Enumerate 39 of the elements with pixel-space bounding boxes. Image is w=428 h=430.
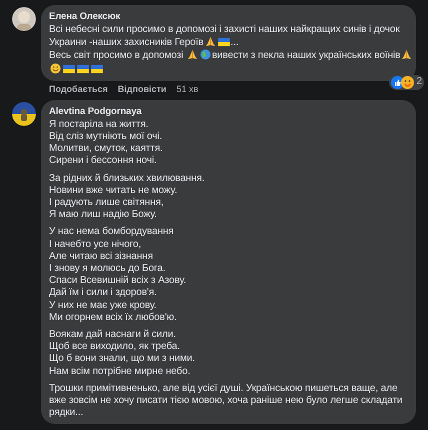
comment-text: Нам всім потрібне мирне небо. — [49, 366, 192, 378]
comment-text: І знову я молюсь до Бога. — [49, 263, 166, 276]
comment-text: Я постаріла на життя. — [49, 118, 150, 132]
reaction-count[interactable]: 2 — [416, 76, 422, 88]
comment-text: У них не має уже крову. — [49, 300, 158, 312]
flag-icon — [63, 64, 75, 74]
comment-text: Воякам дай наснаги й сили. — [49, 329, 177, 342]
comment-text: У нас нема бомбордування — [49, 226, 175, 239]
care-reaction-icon — [401, 76, 414, 89]
flag-icon — [77, 64, 89, 74]
comment-text: Що б вони знали, що ми з ними. — [49, 353, 196, 366]
flag-icon — [218, 37, 230, 48]
comment-text: Від сліз мутніють мої очі. — [49, 131, 164, 144]
comment-text: За рідних й близьких хвилювання. — [49, 172, 206, 185]
comment-text: Сирени і бессоння ночі. — [49, 155, 158, 168]
flag-icon — [91, 64, 103, 74]
comment-text: І радують лише світяння, — [49, 197, 165, 210]
comment-text: Я маю лиш надію Божу. — [49, 209, 158, 222]
comment-text: І начебто усе нічого, — [49, 238, 142, 251]
comment-text: Всі небесні сили просимо в допомозі і захисті наших найкращих синів і дочок — [49, 24, 400, 35]
comment-text: Але читаю всі зізнання — [49, 250, 154, 264]
comment-text: Украини -наших захисників Героїв — [49, 37, 204, 48]
comment-text: Щоб все виходило, як треба. — [49, 341, 181, 354]
smiley-icon — [50, 62, 61, 74]
comment-text: Ми огорнем всіх їх любов'ю. — [49, 312, 178, 324]
comment-time[interactable]: 51 хв — [176, 82, 198, 95]
comment-action-link[interactable]: Подобається — [49, 82, 108, 95]
author-name[interactable]: Alevtina Podgornaya — [49, 104, 408, 118]
comment-action-link[interactable]: Відповісти — [118, 82, 166, 95]
comment-text: Спаси Всевишній всіх з Азову. — [49, 275, 188, 288]
comment-text: Новини вже читать не можу. — [49, 184, 178, 198]
comment-text: вивести з пекла наших українських воїнів — [212, 50, 400, 62]
globe-icon — [200, 49, 211, 60]
comment-text: Молитви, смуток, каяття. — [49, 143, 164, 156]
comment-text: Дай їм і сили і здоров'я. — [49, 287, 158, 300]
author-name[interactable]: Елена Олексюк — [49, 10, 408, 23]
comment-text: ... — [230, 37, 239, 48]
comment-text: Трошки примітивненько, але від усієї душі. Українською пишеться ваще, але вже зовсім не хочу писати тією мовою, хоча раніше нею було легше складати рядки... — [49, 382, 404, 420]
comment-text: Весь світ просимо в допомозі — [49, 50, 184, 62]
